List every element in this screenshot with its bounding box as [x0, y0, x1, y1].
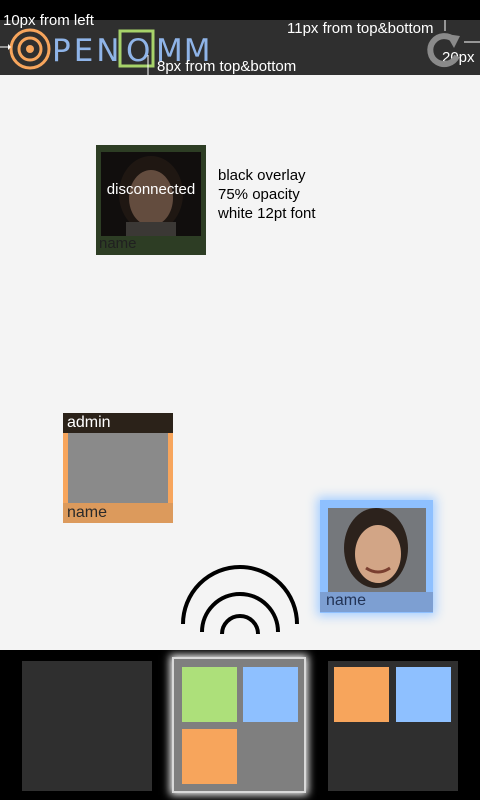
- mini-tile-orange: [334, 667, 389, 722]
- left-margin-note: 10px from left: [3, 12, 94, 29]
- refresh-spacing-note: 11px from top&bottom: [287, 20, 434, 37]
- contact-photo-placeholder: [68, 433, 168, 503]
- contact-name-bar: name: [320, 592, 433, 612]
- contact-tile-admin[interactable]: admin name: [63, 413, 173, 523]
- contact-name: name: [326, 592, 367, 609]
- contact-photo: [328, 508, 426, 592]
- mini-tile-orange: [182, 729, 237, 784]
- overlay-note-line-3: white 12pt font: [218, 205, 316, 222]
- contact-name-bar: name: [63, 503, 173, 523]
- contact-name: name: [99, 235, 137, 252]
- contact-name: name: [67, 504, 108, 521]
- mini-tile-blue: [243, 667, 298, 722]
- refresh-icon[interactable]: [424, 30, 464, 70]
- page-thumbnail-3[interactable]: [328, 661, 458, 791]
- mini-tile-blue: [396, 667, 451, 722]
- admin-label: admin: [67, 414, 111, 431]
- overlay-note-line-1: black overlay: [218, 167, 306, 184]
- signal-icon[interactable]: [178, 562, 302, 634]
- page-thumbnail-2[interactable]: [172, 657, 306, 793]
- disconnected-label: disconnected: [106, 181, 196, 198]
- mini-tile-green: [182, 667, 237, 722]
- contact-tile-selected[interactable]: name: [320, 500, 433, 613]
- logo-spacing-note: 8px from top&bottom: [157, 58, 297, 75]
- overlay-note: black overlay 75% opacity white 12pt fon…: [218, 166, 316, 223]
- overlay-note-line-2: 75% opacity: [218, 186, 300, 203]
- contact-tile-disconnected[interactable]: disconnected name: [96, 145, 206, 255]
- page-thumbnail-1[interactable]: [22, 661, 152, 791]
- admin-banner: admin: [63, 413, 173, 433]
